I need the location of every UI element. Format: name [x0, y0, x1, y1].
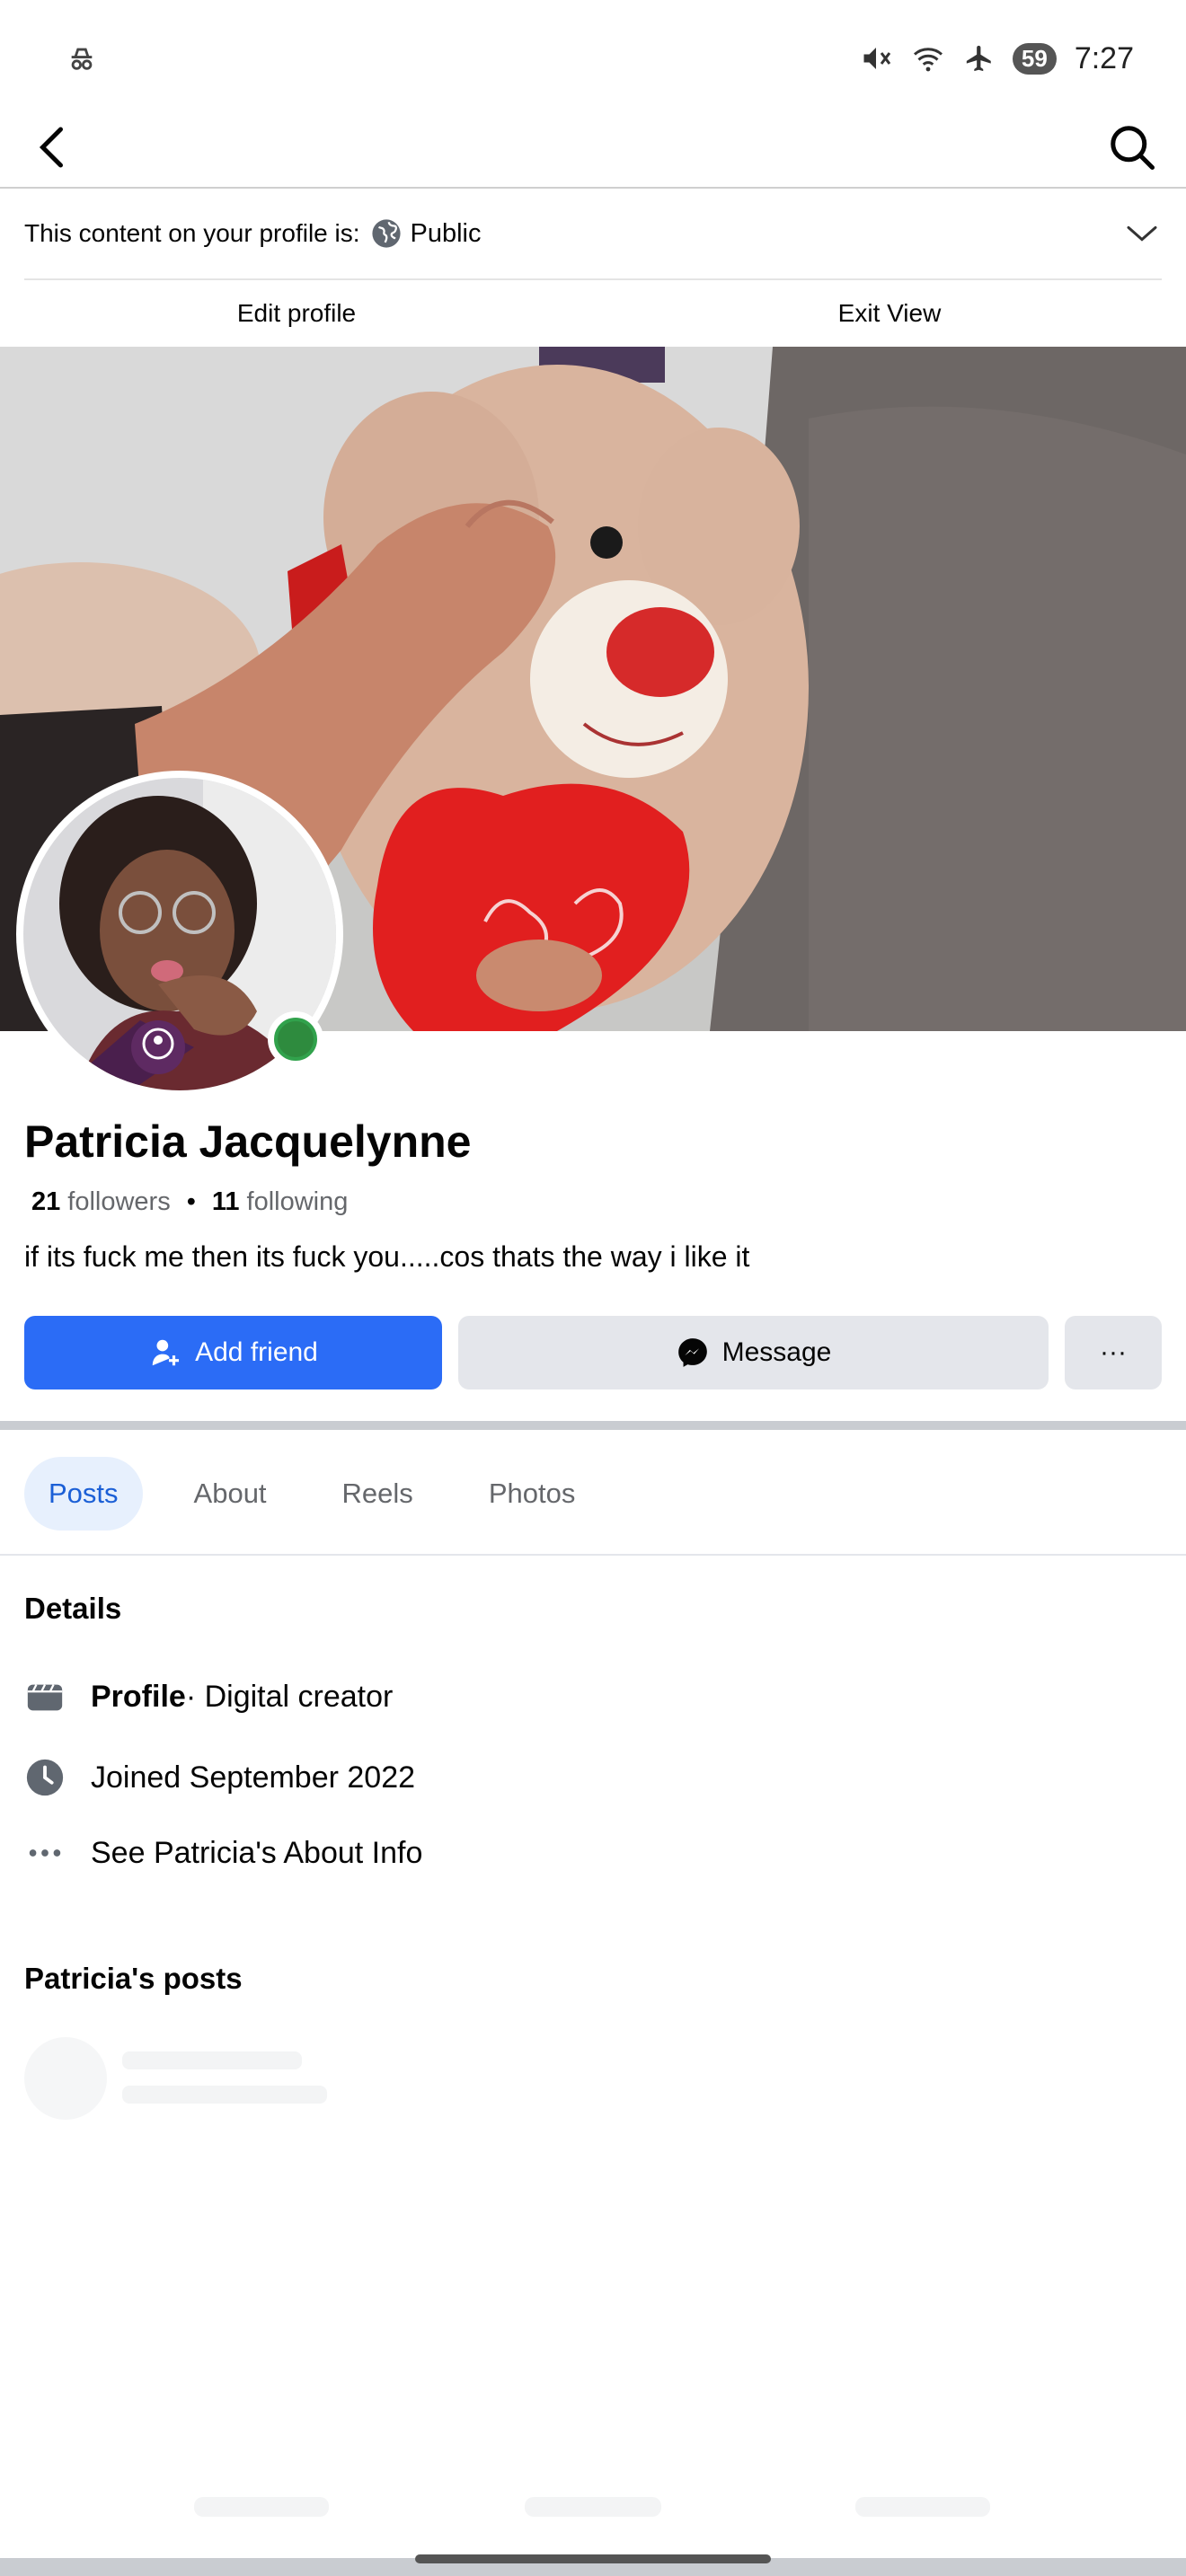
profile-tabs: Posts About Reels Photos	[24, 1457, 599, 1531]
tab-photos[interactable]: Photos	[465, 1457, 600, 1531]
home-indicator[interactable]	[415, 2554, 771, 2563]
section-divider	[0, 1421, 1186, 1430]
view-mode-tabs: Edit profile Exit View	[0, 280, 1186, 347]
privacy-label: This content on your profile is:	[24, 219, 360, 247]
incognito-icon	[71, 48, 93, 70]
profile-category: · Digital creator	[185, 1679, 394, 1714]
message-label: Message	[721, 1337, 832, 1367]
messenger-icon	[677, 1338, 707, 1367]
tabs-divider	[0, 1554, 1186, 1556]
followers-count[interactable]: 21	[31, 1187, 60, 1217]
tab-posts[interactable]: Posts	[24, 1457, 143, 1531]
tab-about[interactable]: About	[170, 1457, 291, 1531]
loading-placeholder-bar	[855, 2497, 990, 2517]
battery-icon: 59	[1012, 42, 1057, 75]
online-dot	[278, 1021, 314, 1057]
search-icon[interactable]	[1105, 120, 1159, 174]
stats-separator: •	[186, 1187, 196, 1216]
loading-placeholder-bar	[525, 2497, 661, 2517]
clapperboard-icon	[27, 1684, 63, 1711]
loading-placeholder-avatar	[24, 2037, 107, 2120]
joined-date: Joined September 2022	[91, 1760, 416, 1795]
about-info-label: See Patricia's About Info	[91, 1835, 423, 1870]
followers-label[interactable]: followers	[67, 1187, 170, 1217]
more-icon: ···	[1100, 1337, 1127, 1367]
profile-name: Patricia Jacquelynne	[24, 1116, 472, 1167]
more-options-button[interactable]: ···	[1065, 1316, 1162, 1389]
following-label[interactable]: following	[247, 1187, 349, 1217]
edit-profile-button[interactable]: Edit profile	[0, 280, 593, 347]
wifi-icon	[913, 48, 943, 72]
profile-stats: 21 followers • 11 following	[31, 1187, 348, 1217]
privacy-selector[interactable]: This content on your profile is: Public	[24, 189, 1162, 280]
details-heading: Details	[24, 1592, 122, 1625]
profile-type-label: Profile	[91, 1679, 186, 1714]
status-bar: 59 7:27	[0, 0, 1186, 108]
loading-placeholder-bar	[194, 2497, 329, 2517]
posts-heading: Patricia's posts	[24, 1962, 243, 1995]
chevron-left-icon[interactable]	[27, 120, 81, 174]
loading-placeholder-line	[122, 2086, 327, 2104]
app-header	[0, 108, 1186, 189]
online-status-indicator	[268, 1011, 323, 1067]
message-button[interactable]: Message	[458, 1316, 1049, 1389]
add-person-icon	[152, 1339, 180, 1366]
add-friend-label: Add friend	[195, 1337, 318, 1367]
status-time: 7:27	[1074, 40, 1134, 75]
detail-profile-category: Profile · Digital creator	[24, 1676, 393, 1717]
see-about-info-link[interactable]: See Patricia's About Info	[24, 1832, 422, 1874]
globe-icon	[371, 219, 401, 248]
airplane-icon	[966, 45, 991, 72]
loading-placeholder-line	[122, 2051, 302, 2069]
mute-icon	[863, 48, 891, 69]
status-icons: 59 7:27	[860, 36, 1134, 81]
chevron-down-icon[interactable]	[1122, 216, 1162, 251]
more-dots-icon	[29, 1849, 61, 1857]
profile-bio: if its fuck me then its fuck you.....cos…	[24, 1240, 750, 1273]
clock-icon	[26, 1759, 64, 1796]
detail-joined: Joined September 2022	[24, 1757, 415, 1798]
privacy-value: Public	[410, 218, 482, 248]
following-count[interactable]: 11	[212, 1187, 240, 1217]
profile-avatar[interactable]	[16, 771, 343, 1098]
tab-reels[interactable]: Reels	[318, 1457, 438, 1531]
add-friend-button[interactable]: Add friend	[24, 1316, 442, 1389]
exit-view-button[interactable]: Exit View	[593, 280, 1186, 347]
